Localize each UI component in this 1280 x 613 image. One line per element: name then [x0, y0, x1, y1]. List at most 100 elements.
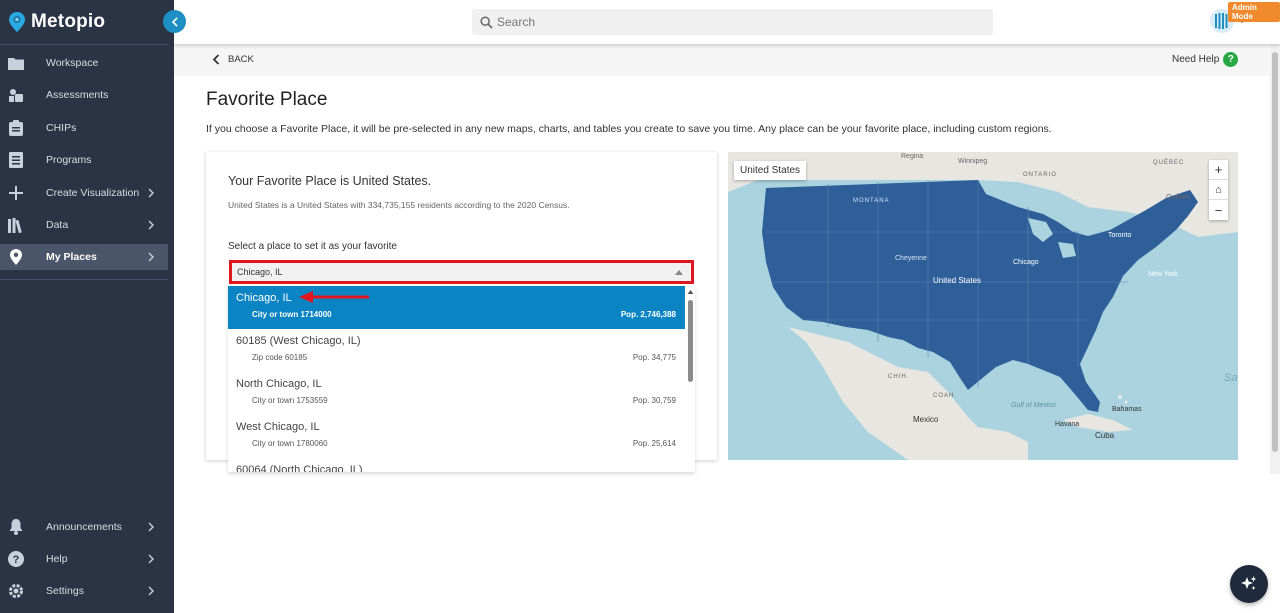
- sidebar-item-label: Data: [46, 219, 69, 231]
- chevron-left-icon: [171, 16, 178, 27]
- clipboard-icon: [8, 120, 24, 136]
- sidebar-item-assessments[interactable]: Assessments: [0, 82, 168, 108]
- search-icon: [480, 15, 493, 29]
- map-label-ontario: ONTARIO: [1023, 172, 1057, 178]
- sidebar-item-data[interactable]: Data: [0, 212, 168, 238]
- map-selected-place-label: United States: [734, 161, 807, 180]
- option-population: Pop. 2,746,388: [620, 310, 676, 319]
- sidebar-collapse-button[interactable]: [163, 10, 186, 33]
- app-name: Metopio: [31, 11, 106, 32]
- map-label-regina: Regina: [901, 153, 923, 160]
- sidebar-item-my-places[interactable]: My Places: [0, 244, 168, 270]
- bell-icon: [8, 519, 24, 535]
- map-label-chicago: Chicago: [1013, 259, 1039, 266]
- scroll-thumb[interactable]: [688, 300, 693, 382]
- option-population: Pop. 25,614: [632, 439, 676, 448]
- sidebar-item-chips[interactable]: CHIPs: [0, 115, 168, 141]
- option-name: 60064 (North Chicago, IL): [236, 464, 363, 472]
- ai-assistant-button[interactable]: [1230, 565, 1268, 603]
- home-button[interactable]: ⌂: [1209, 180, 1228, 200]
- back-label: BACK: [228, 54, 254, 65]
- plus-icon: [8, 185, 24, 201]
- sidebar-item-label: Settings: [46, 585, 84, 597]
- metopio-logo-icon: [9, 12, 25, 32]
- map-label-bahamas: Bahamas: [1112, 406, 1142, 413]
- option-subtitle: Zip code 60185: [252, 353, 308, 362]
- zoom-out-button[interactable]: −: [1209, 200, 1228, 220]
- map-label-montana: MONTANA: [853, 198, 890, 204]
- sidebar-item-label: My Places: [46, 251, 97, 263]
- sidebar-item-label: Programs: [46, 154, 92, 166]
- place-select[interactable]: Chicago, IL: [229, 260, 694, 284]
- dropdown-scrollbar[interactable]: [687, 288, 694, 472]
- sidebar-item-programs[interactable]: Programs: [0, 147, 168, 173]
- map-label-new-york: New York: [1148, 271, 1178, 278]
- red-arrow-annotation: [299, 291, 369, 303]
- sidebar-divider: [0, 44, 168, 45]
- map-label-gulf-of-mexico: Gulf of Mexico: [1011, 402, 1056, 409]
- search-placeholder: Search: [497, 15, 536, 29]
- map-view[interactable]: Regina Winnipeg ONTARIO QUÉBEC Québec Ne…: [728, 152, 1238, 460]
- svg-text:?: ?: [13, 554, 20, 566]
- option-subtitle: City or town 1753559: [252, 396, 328, 405]
- option-subtitle: City or town 1714000: [252, 310, 332, 319]
- sidebar-item-label: CHIPs: [46, 122, 77, 134]
- option-name: Chicago, IL: [236, 292, 292, 304]
- select-label: Select a place to set it as your favorit…: [228, 241, 397, 252]
- map-controls: + ⌂ −: [1209, 160, 1228, 220]
- option-name: North Chicago, IL: [236, 378, 322, 390]
- need-help-button[interactable]: Need Help ?: [1172, 52, 1239, 67]
- map-canvas: Regina Winnipeg ONTARIO QUÉBEC Québec Ne…: [728, 152, 1238, 460]
- sidebar-item-workspace[interactable]: Workspace: [0, 50, 168, 76]
- top-bar: Search Admin Mode: [174, 0, 1280, 44]
- app-logo[interactable]: Metopio: [9, 9, 105, 35]
- page-scrollbar[interactable]: [1270, 44, 1280, 474]
- location-pin-icon: [8, 249, 24, 265]
- help-icon: ?: [1223, 52, 1239, 67]
- need-help-label: Need Help: [1172, 54, 1220, 65]
- map-label-mexico: Mexico: [913, 415, 939, 424]
- page-title: Favorite Place: [206, 89, 328, 110]
- option-name: 60185 (West Chicago, IL): [236, 335, 361, 347]
- assessment-icon: [8, 87, 24, 103]
- folder-icon: [8, 55, 24, 71]
- map-label-havana: Havana: [1055, 421, 1079, 428]
- page-scroll-thumb[interactable]: [1272, 52, 1278, 452]
- search-input[interactable]: Search: [472, 9, 993, 35]
- dropdown-option[interactable]: 60064 (North Chicago, IL): [228, 458, 685, 472]
- scroll-up-arrow-icon: [687, 290, 694, 294]
- sidebar-item-help[interactable]: ? Help: [0, 546, 168, 572]
- library-icon: [8, 217, 24, 233]
- dropdown-option[interactable]: 60185 (West Chicago, IL) Zip code 60185 …: [228, 329, 685, 372]
- map-label-coah: COAH.: [933, 393, 957, 399]
- sidebar-item-label: Workspace: [46, 57, 99, 69]
- place-select-value: Chicago, IL: [237, 267, 283, 277]
- map-label-cuba: Cuba: [1095, 431, 1115, 440]
- chevron-right-icon: [148, 220, 154, 230]
- map-label-winnipeg: Winnipeg: [958, 158, 987, 165]
- question-icon: ?: [8, 551, 24, 567]
- sidebar-item-settings[interactable]: Settings: [0, 578, 168, 604]
- option-subtitle: City or town 1780060: [252, 439, 328, 448]
- chevron-left-icon: [212, 54, 220, 65]
- chevron-right-icon: [148, 586, 154, 596]
- map-label-chih: CHIH.: [888, 374, 909, 380]
- sidebar-divider: [0, 279, 168, 280]
- map-label-cheyenne: Cheyenne: [895, 255, 927, 262]
- map-label-toronto: Toronto: [1108, 232, 1131, 239]
- sidebar-item-label: Assessments: [46, 89, 109, 101]
- sidebar-item-label: Announcements: [46, 521, 122, 533]
- sidebar-item-create-visualization[interactable]: Create Visualization: [0, 180, 168, 206]
- dropdown-option[interactable]: North Chicago, IL City or town 1753559 P…: [228, 372, 685, 415]
- chevron-right-icon: [148, 252, 154, 262]
- sparkle-icon: [1241, 576, 1257, 590]
- back-button[interactable]: BACK: [212, 54, 254, 65]
- sidebar-item-label: Create Visualization: [46, 187, 140, 199]
- map-label-quebec: QUÉBEC: [1153, 159, 1184, 166]
- zoom-in-button[interactable]: +: [1209, 160, 1228, 180]
- sidebar-item-label: Help: [46, 553, 68, 565]
- dropdown-option[interactable]: West Chicago, IL City or town 1780060 Po…: [228, 415, 685, 458]
- chevron-right-icon: [148, 522, 154, 532]
- admin-mode-badge: Admin Mode: [1228, 2, 1280, 22]
- sidebar-item-announcements[interactable]: Announcements: [0, 514, 168, 540]
